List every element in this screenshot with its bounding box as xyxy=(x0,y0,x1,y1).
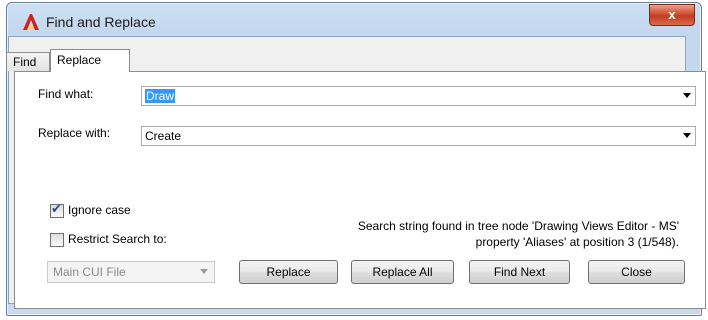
restrict-target-value: Main CUI File xyxy=(53,265,126,279)
replace-button[interactable]: Replace xyxy=(239,260,338,284)
find-what-value: Draw xyxy=(145,89,176,103)
chevron-down-icon[interactable] xyxy=(683,133,691,138)
autocad-icon xyxy=(21,13,41,31)
ignore-case-label[interactable]: Ignore case xyxy=(68,203,131,217)
find-what-combobox[interactable]: Draw xyxy=(141,86,696,106)
chevron-down-icon[interactable] xyxy=(683,93,691,98)
close-icon: x xyxy=(668,7,676,22)
status-line-2: property 'Aliases' at position 3 (1/548)… xyxy=(475,235,679,249)
restrict-search-checkbox[interactable] xyxy=(50,233,64,247)
tab-find[interactable]: Find xyxy=(6,52,50,71)
window-title: Find and Replace xyxy=(46,14,156,30)
title-bar: Find and Replace x xyxy=(7,3,701,39)
ignore-case-checkbox[interactable]: ✔ xyxy=(50,201,64,218)
restrict-target-combobox: Main CUI File xyxy=(47,261,215,283)
chevron-down-icon xyxy=(200,269,208,274)
search-status: Search string found in tree node 'Drawin… xyxy=(259,218,679,250)
replace-with-label: Replace with: xyxy=(38,126,111,140)
find-what-label: Find what: xyxy=(38,87,94,101)
find-next-button[interactable]: Find Next xyxy=(469,260,570,284)
replace-with-value: Create xyxy=(145,129,182,143)
replace-with-combobox[interactable]: Create xyxy=(141,126,696,146)
close-button[interactable]: Close xyxy=(588,260,685,284)
checkmark-icon: ✔ xyxy=(51,201,62,216)
restrict-search-label[interactable]: Restrict Search to: xyxy=(68,232,167,246)
close-window-button[interactable]: x xyxy=(649,4,695,26)
tab-replace[interactable]: Replace xyxy=(50,49,130,72)
status-line-1: Search string found in tree node 'Drawin… xyxy=(357,219,679,233)
replace-all-button[interactable]: Replace All xyxy=(351,260,454,284)
